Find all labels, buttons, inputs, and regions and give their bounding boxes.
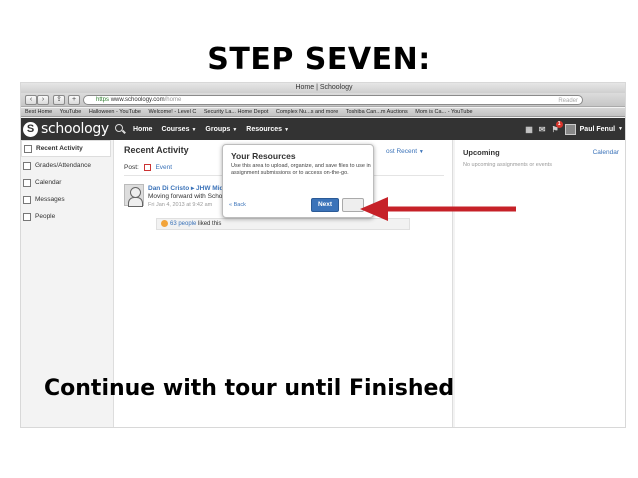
red-arrow-icon	[360, 197, 516, 221]
slide: STEP SEVEN: Home | Schoology ‹ › ⇪ + htt…	[0, 0, 638, 478]
slide-caption: Continue with tour until Finished	[44, 376, 455, 401]
